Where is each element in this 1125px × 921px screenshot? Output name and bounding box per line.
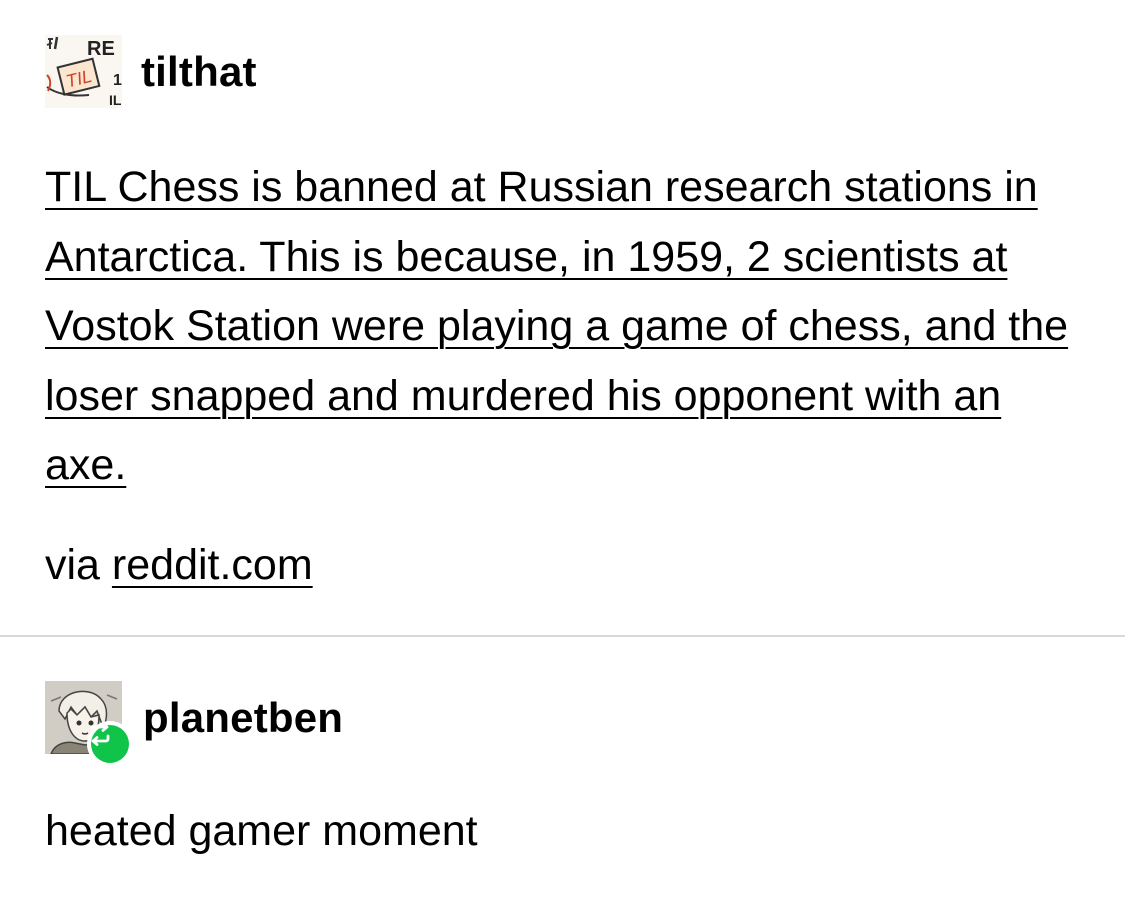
post-header: planetben <box>45 681 343 767</box>
reblog-comment: heated gamer moment <box>45 807 478 855</box>
reblog-icon <box>90 722 129 763</box>
post-tilthat: TIL RE 1 IL tilthat TIL Chess is banned … <box>0 0 1125 636</box>
source-link[interactable]: reddit.com <box>112 541 313 589</box>
avatar-tilthat[interactable]: TIL RE 1 IL <box>45 35 122 108</box>
avatar-il-text: IL <box>109 92 122 108</box>
avatar-re-text: RE <box>87 38 115 60</box>
reblog-badge <box>87 721 133 767</box>
avatar-planetben[interactable] <box>45 681 133 767</box>
post-planetben: planetben heated gamer moment <box>0 637 1125 921</box>
post-header: TIL RE 1 IL tilthat <box>45 35 257 108</box>
source-prefix: via <box>45 541 100 589</box>
post-title-link[interactable]: TIL Chess is banned at Russian research … <box>45 153 1085 501</box>
avatar-one-text: 1 <box>113 72 122 89</box>
til-reddit-avatar-icon: TIL RE 1 IL <box>45 35 122 108</box>
post-source: via reddit.com <box>45 535 313 595</box>
username[interactable]: tilthat <box>141 48 257 96</box>
username[interactable]: planetben <box>143 694 343 742</box>
